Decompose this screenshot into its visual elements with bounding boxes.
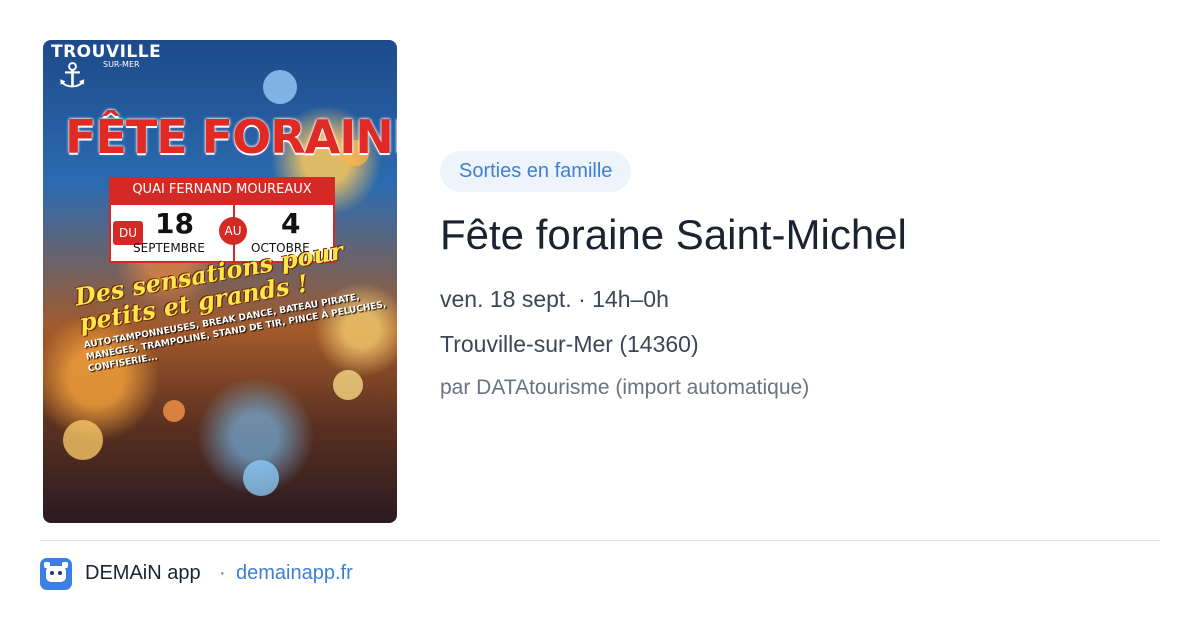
event-location: Trouville-sur-Mer (14360) [440,331,699,357]
category-tag[interactable]: Sorties en famille [440,151,632,192]
poster-end-day: 4 [281,207,301,240]
poster-title: FÊTE FORAINE [65,110,397,164]
poster-town-logo-sub: SUR-MER [103,60,140,69]
event-poster-image[interactable]: TROUVILLE SUR-MER ⚓ FÊTE FORAINE QUAI FE… [43,40,397,523]
poster-au-label: AU [219,217,247,245]
event-author: par DATAtourisme (import automatique) [440,376,810,399]
app-url-link[interactable]: demainapp.fr [236,562,353,585]
anchor-icon: ⚓ [57,56,88,96]
event-date: ven. 18 sept. · 14h–0h [440,286,669,312]
footer-separator: · [219,562,226,584]
poster-start-month: SEPTEMBRE [133,241,205,255]
app-logo-icon[interactable] [40,558,72,590]
poster-address: QUAI FERNAND MOUREAUX [109,177,335,203]
event-title[interactable]: Fête foraine Saint-Michel [440,208,907,262]
poster-start-day: 18 [155,207,194,240]
footer-divider [40,540,1160,541]
app-name[interactable]: DEMAiN app [85,562,201,585]
